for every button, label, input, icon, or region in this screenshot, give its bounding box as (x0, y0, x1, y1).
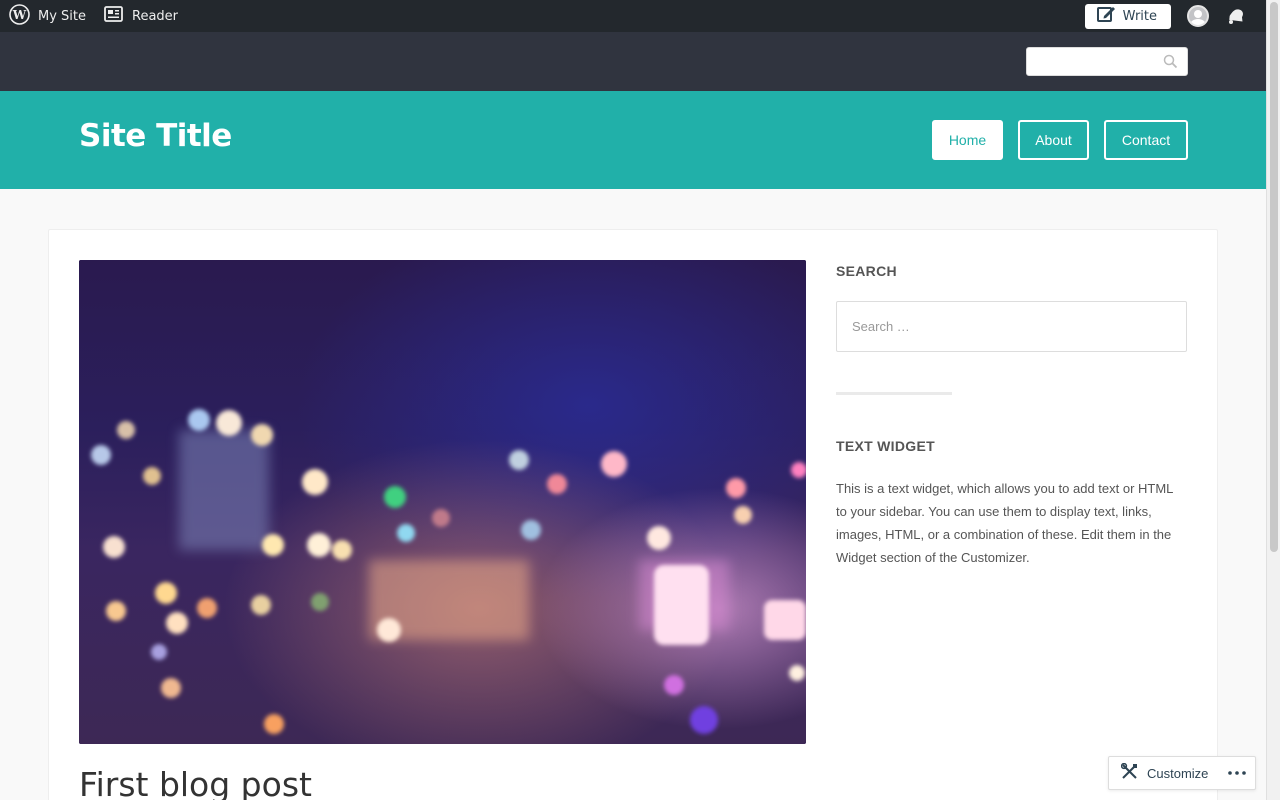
more-options-icon[interactable] (1228, 771, 1246, 775)
admin-bar: W My Site Reader Write (0, 0, 1266, 32)
notifications-bell-icon[interactable] (1226, 7, 1246, 25)
my-site-label: My Site (38, 8, 87, 24)
site-header: Site Title Home About Contact (0, 91, 1266, 189)
nav-item-home[interactable]: Home (932, 120, 1003, 160)
search-widget-title: SEARCH (836, 263, 897, 279)
top-search-input[interactable] (1026, 47, 1188, 76)
sidebar-search-placeholder: Search … (852, 319, 910, 334)
top-bar (0, 32, 1266, 91)
scrollbar-thumb[interactable] (1270, 2, 1278, 552)
search-icon (1163, 54, 1178, 73)
page-scrollbar[interactable] (1266, 0, 1280, 800)
write-icon (1096, 5, 1116, 27)
widget-divider (836, 392, 952, 395)
site-title[interactable]: Site Title (79, 118, 232, 154)
my-site-link[interactable]: W My Site (9, 0, 86, 32)
nav-item-contact[interactable]: Contact (1104, 120, 1188, 160)
featured-image[interactable] (79, 260, 806, 744)
text-widget-body: This is a text widget, which allows you … (836, 481, 1173, 565)
reader-icon (104, 6, 123, 26)
svg-text:W: W (12, 8, 27, 22)
customize-panel: Customize (1108, 756, 1256, 790)
write-label: Write (1122, 8, 1157, 24)
reader-label: Reader (132, 8, 179, 24)
write-button[interactable]: Write (1084, 3, 1171, 29)
sidebar-search-input[interactable]: Search … (836, 301, 1187, 352)
wordpress-logo-icon: W (9, 3, 30, 29)
customize-tools-icon (1120, 762, 1138, 784)
nav-item-about[interactable]: About (1018, 120, 1089, 160)
avatar[interactable] (1187, 5, 1209, 27)
customize-button[interactable]: Customize (1109, 757, 1208, 789)
text-widget-title: TEXT WIDGET (836, 438, 935, 454)
post-title[interactable]: First blog post (79, 765, 312, 800)
reader-link[interactable]: Reader (104, 0, 178, 32)
customize-label: Customize (1147, 765, 1209, 781)
